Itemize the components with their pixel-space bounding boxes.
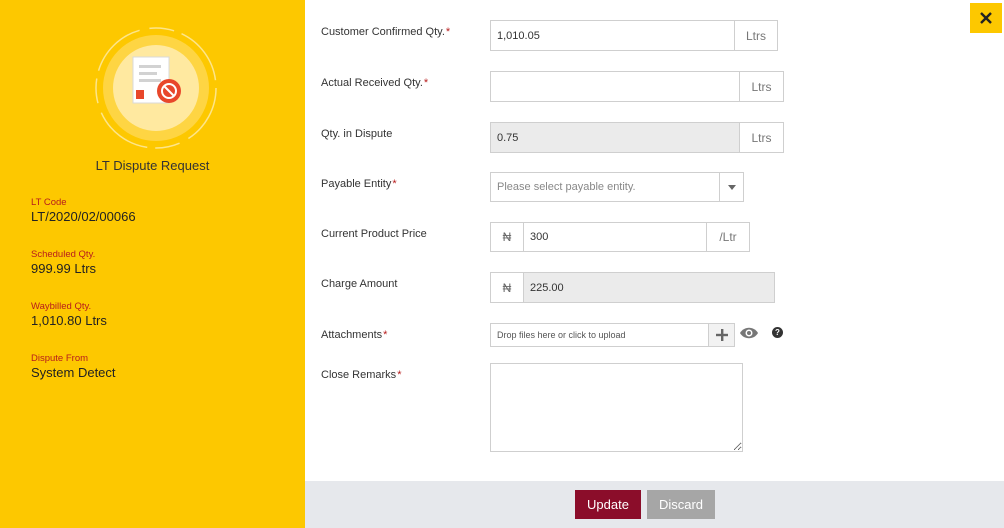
sidebar-panel: LT Dispute Request LT Code LT/2020/02/00… (0, 0, 305, 528)
actual-received-field[interactable]: Ltrs (490, 71, 784, 102)
product-price-value[interactable]: 300 (530, 223, 548, 251)
qty-dispute-value: 0.75 (497, 131, 519, 144)
charge-amount-value: 225.00 (530, 281, 564, 294)
attachments-label: Attachments* (321, 329, 388, 341)
currency-symbol: ₦ (491, 223, 524, 251)
dispute-modal: LT Dispute Request LT Code LT/2020/02/00… (0, 0, 1004, 528)
close-icon (980, 12, 992, 24)
question-icon[interactable]: ? (772, 327, 783, 338)
plus-icon[interactable] (708, 324, 734, 346)
discard-button[interactable]: Discard (647, 490, 715, 519)
file-dropzone[interactable]: Drop files here or click to upload (490, 323, 735, 347)
lt-code-label: LT Code (31, 197, 67, 208)
payable-entity-placeholder: Please select payable entity. (497, 181, 636, 193)
dispute-from-label: Dispute From (31, 353, 89, 364)
sidebar-title: LT Dispute Request (95, 158, 210, 173)
actual-received-unit: Ltrs (739, 72, 783, 101)
close-remarks-label: Close Remarks* (321, 369, 402, 381)
lt-code-value: LT/2020/02/00066 (31, 209, 136, 224)
charge-amount-label: Charge Amount (321, 278, 398, 290)
waybilled-qty-label: Waybilled Qty. (31, 301, 92, 312)
lt-code-info: LT Code LT/2020/02/00066 (31, 196, 136, 225)
dropzone-text: Drop files here or click to upload (497, 330, 626, 340)
waybilled-qty-value: 1,010.80 Ltrs (31, 313, 107, 328)
product-price-label: Current Product Price (321, 228, 427, 240)
actual-received-label: Actual Received Qty.* (321, 77, 429, 89)
product-price-field[interactable]: ₦ 300 /Ltr (490, 222, 750, 252)
customer-confirmed-unit: Ltrs (734, 21, 777, 50)
dispute-from-value: System Detect (31, 365, 116, 380)
customer-confirmed-label: Customer Confirmed Qty.* (321, 26, 451, 38)
charge-amount-field: ₦ 225.00 (490, 272, 775, 303)
payable-entity-label: Payable Entity* (321, 178, 397, 190)
customer-confirmed-value[interactable]: 1,010.05 (497, 21, 540, 50)
scheduled-qty-value: 999.99 Ltrs (31, 261, 97, 276)
customer-confirmed-field[interactable]: 1,010.05 Ltrs (490, 20, 778, 51)
waybilled-qty-info: Waybilled Qty. 1,010.80 Ltrs (31, 300, 107, 329)
qty-dispute-label: Qty. in Dispute (321, 128, 393, 140)
payable-entity-select[interactable]: Please select payable entity. (490, 172, 744, 202)
eye-icon[interactable] (739, 326, 759, 340)
update-button[interactable]: Update (575, 490, 641, 519)
product-price-unit: /Ltr (706, 223, 749, 251)
document-blocked-icon (95, 27, 217, 149)
qty-dispute-unit: Ltrs (739, 123, 783, 152)
qty-dispute-field: 0.75 Ltrs (490, 122, 784, 153)
currency-symbol: ₦ (491, 273, 524, 302)
close-button[interactable] (970, 3, 1002, 33)
scheduled-qty-label: Scheduled Qty. (31, 249, 96, 260)
chevron-down-icon[interactable] (719, 173, 743, 201)
dispute-from-info: Dispute From System Detect (31, 352, 116, 381)
scheduled-qty-info: Scheduled Qty. 999.99 Ltrs (31, 248, 96, 277)
close-remarks-textarea[interactable] (490, 363, 743, 452)
